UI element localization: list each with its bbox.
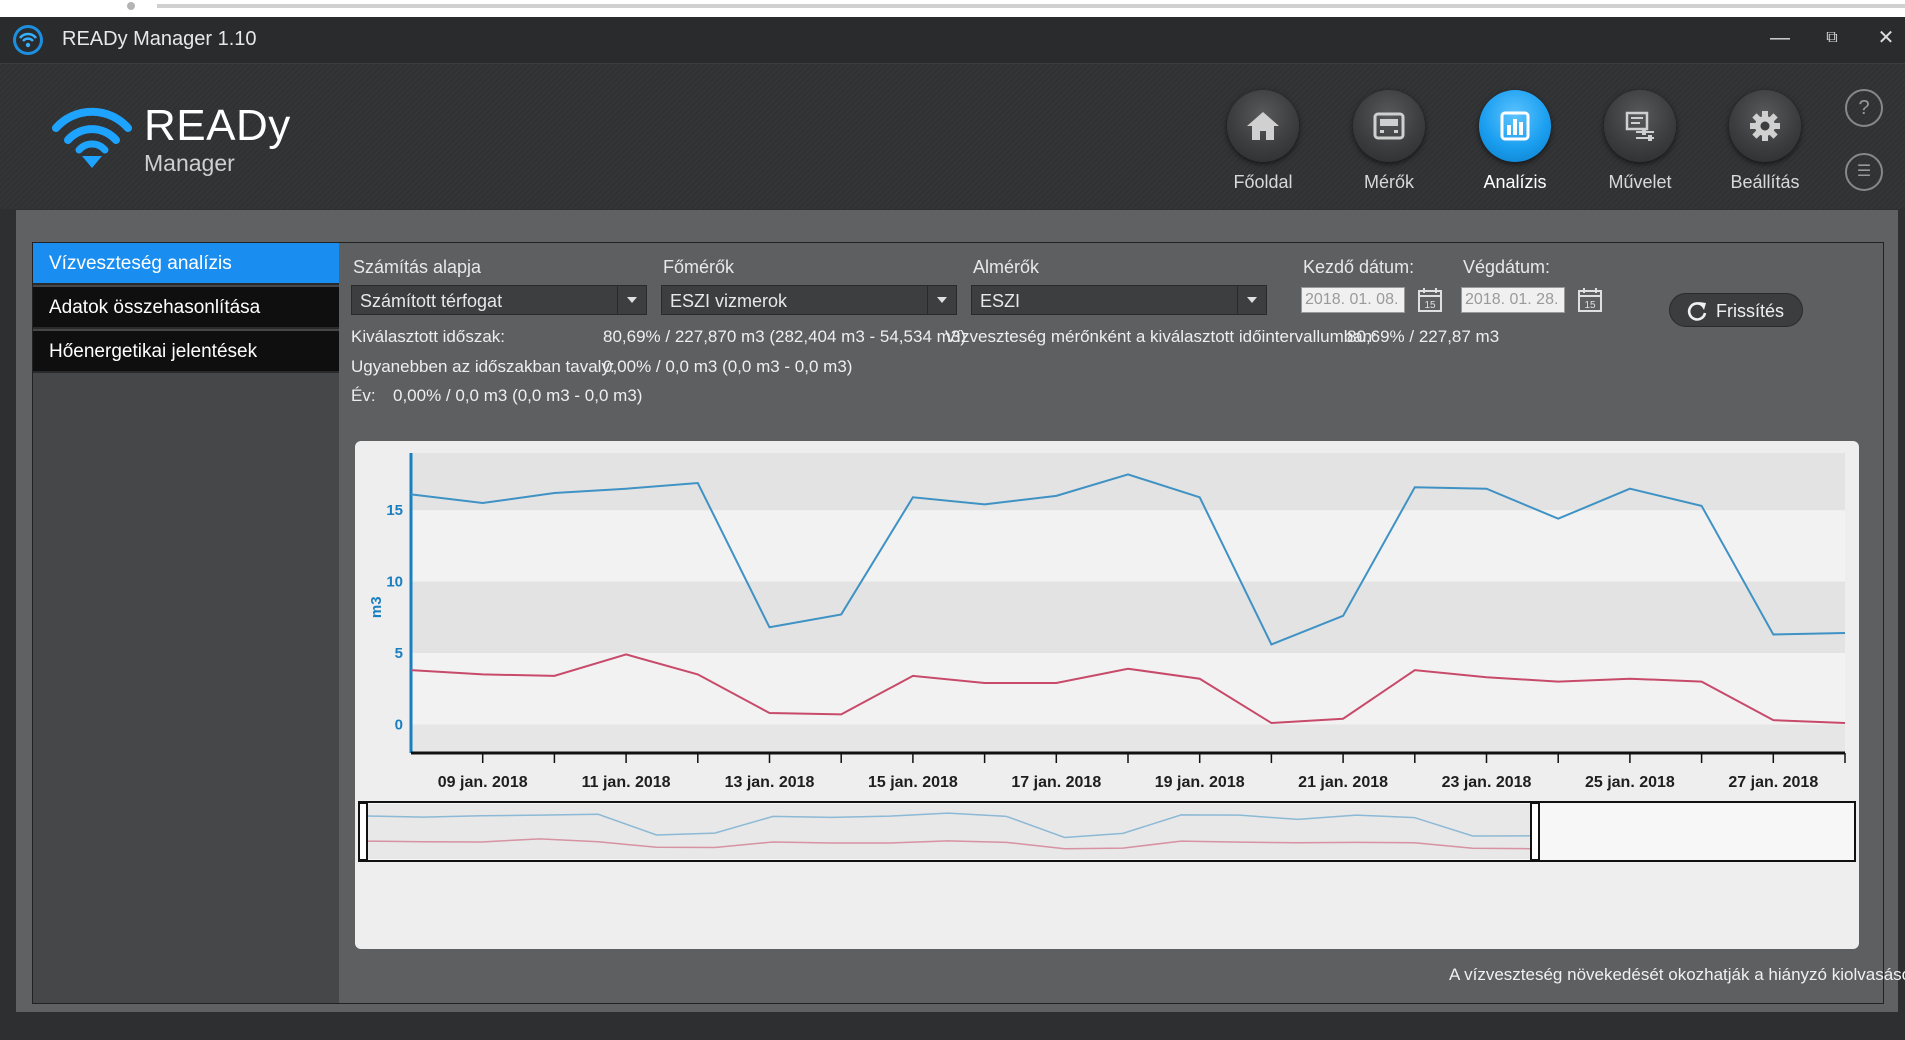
maximize-button[interactable]: ⧉ [1812, 23, 1852, 53]
y-tick-label: 15 [386, 502, 403, 519]
sub-meters-select[interactable]: ESZI [971, 285, 1267, 315]
start-date-input[interactable]: 2018. 01. 08. [1301, 287, 1405, 313]
select-value: ESZI [980, 291, 1021, 311]
x-tick-label: 19 jan. 2018 [1155, 774, 1245, 791]
chevron-down-icon [927, 286, 956, 314]
grid-band [411, 510, 1845, 582]
refresh-button[interactable]: Frissítés [1669, 293, 1803, 327]
left-menu: Vízveszteség analízis Adatok összehasonl… [33, 243, 339, 1003]
y-tick-label: 10 [386, 574, 403, 591]
progress-line [157, 4, 1905, 8]
menu-item-adatok[interactable]: Adatok összehasonlítása [33, 287, 339, 329]
last-year-value: 0,00% / 0,0 m3 (0,0 m3 - 0,0 m3) [603, 357, 853, 376]
app-wifi-icon [13, 25, 43, 55]
end-date-input[interactable]: 2018. 01. 28. [1461, 287, 1565, 313]
help-icon[interactable]: ? [1845, 89, 1883, 127]
logo-brand-text: READy [144, 101, 291, 150]
logo-sub-text: Manager [144, 150, 235, 176]
navigator-right-handle[interactable] [1530, 802, 1540, 861]
start-date-label: Kezdő dátum: [1303, 257, 1415, 277]
y-axis-label: m3 [368, 596, 385, 618]
main-frame: Vízveszteség analízis Adatok összehasonl… [16, 210, 1905, 1012]
calc-basis-select[interactable]: Számított térfogat [351, 285, 647, 315]
sub-meters-label: Almérők [973, 257, 1040, 277]
list-icon[interactable]: ☰ [1845, 153, 1883, 191]
navigator-left-handle[interactable] [358, 802, 368, 861]
nav-label: Analízis [1483, 172, 1547, 192]
last-year-label: Ugyanebben az időszakban tavaly: [351, 357, 615, 376]
main-meters-label: Főmérők [663, 257, 735, 277]
main-meters-select[interactable]: ESZI vizmerok [661, 285, 957, 315]
window-title: READy Manager 1.10 [62, 28, 257, 50]
y-tick-label: 0 [395, 716, 403, 733]
select-value: Számított térfogat [360, 291, 503, 311]
x-tick-label: 25 jan. 2018 [1585, 774, 1675, 791]
app-logo: READy Manager [52, 101, 290, 176]
home-icon [1227, 90, 1299, 162]
x-tick-label: 15 jan. 2018 [868, 774, 958, 791]
x-tick-label: 11 jan. 2018 [582, 774, 671, 791]
nav-label: Beállítás [1730, 172, 1800, 192]
progress-dot [127, 2, 135, 10]
inner-frame: Vízveszteség analízis Adatok összehasonl… [32, 242, 1905, 1004]
nav-merok[interactable]: Mérők [1334, 90, 1444, 200]
meter-icon [1353, 90, 1425, 162]
nav-analizis[interactable]: Analízis [1460, 90, 1570, 200]
nav-label: Mérők [1363, 172, 1414, 192]
per-meter-value: 80,69% / 227,87 m3 [1347, 327, 1500, 346]
grid-band [411, 653, 1845, 725]
per-meter-label: Vízveszteség mérőnként a kiválasztott id… [945, 327, 1377, 346]
title-bar: READy Manager 1.10 — ⧉ ✕ [0, 17, 1905, 64]
calendar-day-text: 15 [1584, 300, 1596, 311]
close-button[interactable]: ✕ [1866, 23, 1905, 53]
chart-svg: 0 5 10 15 m3 09 jan. 2018 11 jan. 2018 13 jan. … [358, 453, 1856, 862]
calc-basis-label: Számítás alapja [353, 257, 482, 277]
app-header: READy Manager Főoldal Mérők Analízis Műv… [0, 64, 1905, 209]
x-tick-label: 23 jan. 2018 [1442, 774, 1532, 791]
refresh-label: Frissítés [1716, 301, 1785, 321]
operation-icon [1604, 90, 1676, 162]
year-label: Év: [351, 386, 376, 405]
x-tick-label: 09 jan. 2018 [438, 774, 528, 791]
water-loss-chart: 0 5 10 15 m3 09 jan. 2018 11 jan. 2018 13 jan. … [355, 441, 1859, 949]
gear-icon [1729, 90, 1801, 162]
calendar-icon[interactable]: 15 [1577, 287, 1603, 313]
menu-item-vizveszteseg[interactable]: Vízveszteség analízis [33, 243, 339, 285]
top-progress-strip [0, 0, 1905, 17]
nav-beallitas[interactable]: Beállítás [1710, 90, 1820, 200]
end-date-label: Végdátum: [1463, 257, 1551, 277]
select-value: ESZI vizmerok [670, 291, 788, 311]
footnote-text: A vízveszteség növekedését okozhatják a … [1449, 965, 1905, 984]
x-tick-label: 13 jan. 2018 [725, 774, 815, 791]
chevron-down-icon [617, 286, 646, 314]
calendar-day-text: 15 [1424, 300, 1436, 311]
nav-label: Főoldal [1233, 172, 1293, 192]
analysis-panel: Számítás alapja Főmérők Almérők Kezdő dá… [339, 243, 1905, 1003]
selected-period-value: 80,69% / 227,870 m3 (282,404 m3 - 54,534… [603, 327, 966, 346]
navigator-selection [363, 804, 1535, 859]
grid-band [411, 724, 1845, 753]
minimize-button[interactable]: — [1760, 23, 1800, 53]
menu-item-hoenergetikai[interactable]: Hőenergetikai jelentések [33, 331, 339, 373]
x-tick-label: 17 jan. 2018 [1011, 774, 1101, 791]
calendar-icon[interactable]: 15 [1417, 287, 1443, 313]
grid-band [411, 453, 1845, 511]
year-value: 0,00% / 0,0 m3 (0,0 m3 - 0,0 m3) [393, 386, 643, 405]
chevron-down-icon [1237, 286, 1266, 314]
refresh-icon [1687, 302, 1707, 321]
nav-fooldal[interactable]: Főoldal [1208, 90, 1318, 200]
chart-icon [1479, 90, 1551, 162]
nav-muvelet[interactable]: Művelet [1585, 90, 1695, 200]
grid-band [411, 581, 1845, 653]
logo-wifi-icon [52, 107, 132, 168]
selected-period-label: Kiválasztott időszak: [351, 327, 506, 346]
nav-label: Művelet [1608, 172, 1672, 192]
x-tick-label: 21 jan. 2018 [1298, 774, 1388, 791]
y-tick-label: 5 [395, 645, 403, 662]
x-tick-label: 27 jan. 2018 [1728, 774, 1818, 791]
